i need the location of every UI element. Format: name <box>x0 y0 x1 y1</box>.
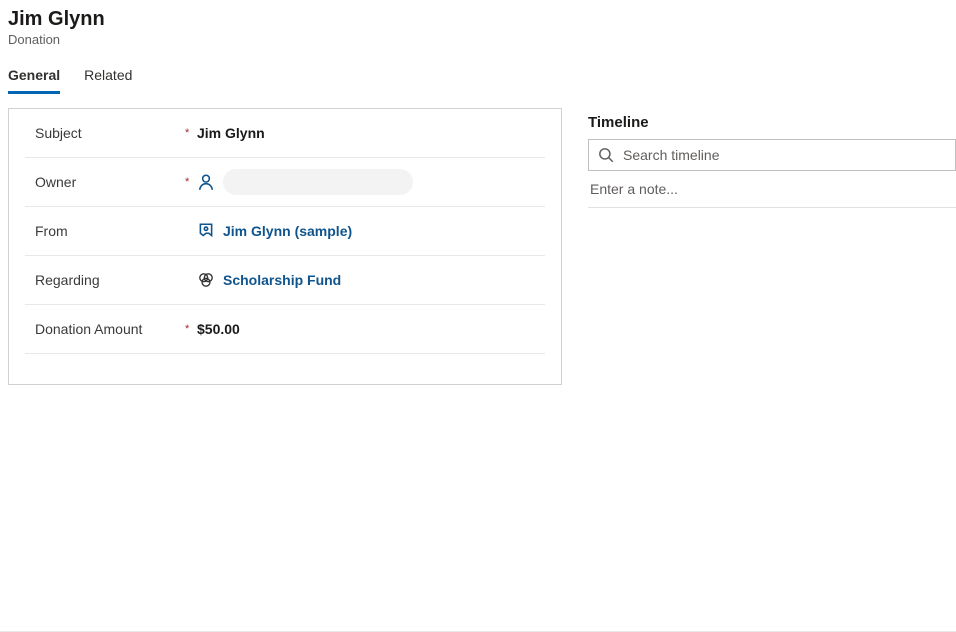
timeline-note-input[interactable] <box>590 181 954 197</box>
field-donation-amount-label: Donation Amount <box>25 321 185 337</box>
field-regarding-row: Regarding Scholarship Fund <box>25 256 545 305</box>
required-marker: * <box>185 128 197 139</box>
timeline-search-input[interactable] <box>623 147 947 163</box>
field-owner-row: Owner * <box>25 158 545 207</box>
field-donation-amount-row: Donation Amount * $50.00 <box>25 305 545 354</box>
regarding-link-text: Scholarship Fund <box>223 272 341 288</box>
field-owner-label: Owner <box>25 174 185 190</box>
field-regarding-value[interactable]: Scholarship Fund <box>197 271 545 289</box>
page-title: Jim Glynn <box>8 8 956 31</box>
field-from-label: From <box>25 223 185 239</box>
owner-pill[interactable] <box>223 169 413 195</box>
entity-type-label: Donation <box>8 32 956 47</box>
required-marker: * <box>185 324 197 335</box>
field-from-value[interactable]: Jim Glynn (sample) <box>197 222 545 240</box>
field-owner-value[interactable] <box>197 169 545 195</box>
timeline-search-box[interactable] <box>588 139 956 171</box>
person-icon <box>197 173 215 191</box>
field-subject-label: Subject <box>25 125 185 141</box>
tab-related[interactable]: Related <box>84 67 132 94</box>
field-regarding-label: Regarding <box>25 272 185 288</box>
timeline-note-row[interactable] <box>588 171 956 208</box>
search-icon <box>597 146 615 164</box>
timeline-panel: Timeline <box>588 108 956 385</box>
field-subject-value[interactable]: Jim Glynn <box>197 125 545 141</box>
contact-icon <box>197 222 215 240</box>
required-marker: * <box>185 177 197 188</box>
timeline-title: Timeline <box>588 114 956 131</box>
field-from-row: From Jim Glynn (sample) <box>25 207 545 256</box>
tabs-bar: General Related <box>0 51 956 94</box>
tab-general[interactable]: General <box>8 67 60 94</box>
field-donation-amount-value[interactable]: $50.00 <box>197 321 545 337</box>
from-link-text: Jim Glynn (sample) <box>223 223 352 239</box>
form-card: Subject * Jim Glynn Owner * From <box>8 108 562 385</box>
entity-icon <box>197 271 215 289</box>
field-subject-row: Subject * Jim Glynn <box>25 109 545 158</box>
